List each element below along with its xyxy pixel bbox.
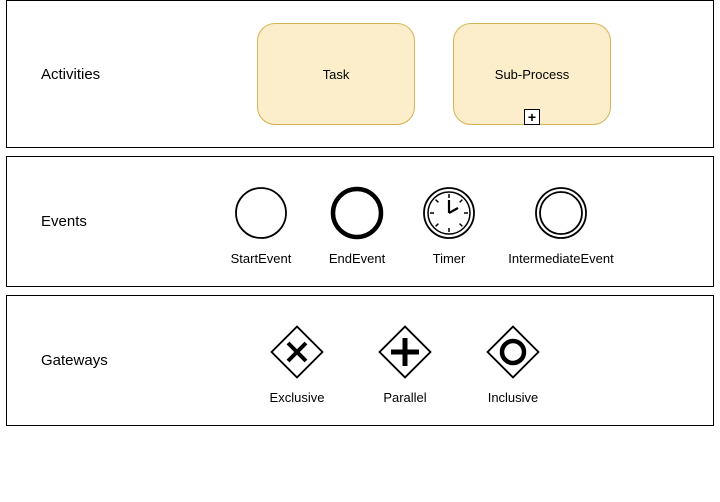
section-activities: Activities Task Sub-Process + [6,0,714,148]
section-label-gateways: Gateways [7,352,157,369]
section-label-events: Events [7,213,157,230]
events-row: StartEvent EndEvent [217,185,625,266]
start-event: StartEvent [217,185,305,266]
inclusive-gateway-icon [485,324,541,380]
exclusive-gateway: Exclusive [247,324,347,405]
parallel-gateway: Parallel [355,324,455,405]
timer-event-label: Timer [433,251,466,266]
start-event-label: StartEvent [231,251,292,266]
exclusive-gateway-icon [269,324,325,380]
gateways-content: Exclusive Parallel [157,296,713,425]
subprocess-label: Sub-Process [495,67,569,82]
inclusive-gateway: Inclusive [463,324,563,405]
subprocess-node: Sub-Process + [453,23,611,125]
timer-event: Timer [409,185,489,266]
expand-icon: + [524,109,540,125]
end-event-label: EndEvent [329,251,385,266]
end-event-icon [329,185,385,241]
timer-event-icon [421,185,477,241]
gateways-row: Exclusive Parallel [247,324,563,405]
events-content: StartEvent EndEvent [157,157,713,286]
parallel-gateway-label: Parallel [383,390,426,405]
task-label: Task [323,67,350,82]
task-node: Task [257,23,415,125]
activities-content: Task Sub-Process + [157,1,713,147]
inclusive-gateway-label: Inclusive [488,390,539,405]
intermediate-event-icon [533,185,589,241]
parallel-gateway-icon [377,324,433,380]
intermediate-event-label: IntermediateEvent [508,251,614,266]
section-label-activities: Activities [7,66,157,83]
end-event: EndEvent [313,185,401,266]
start-event-icon [233,185,289,241]
section-events: Events StartEvent EndEvent [6,156,714,287]
intermediate-event: IntermediateEvent [497,185,625,266]
exclusive-gateway-label: Exclusive [270,390,325,405]
section-gateways: Gateways Exclusive [6,295,714,426]
